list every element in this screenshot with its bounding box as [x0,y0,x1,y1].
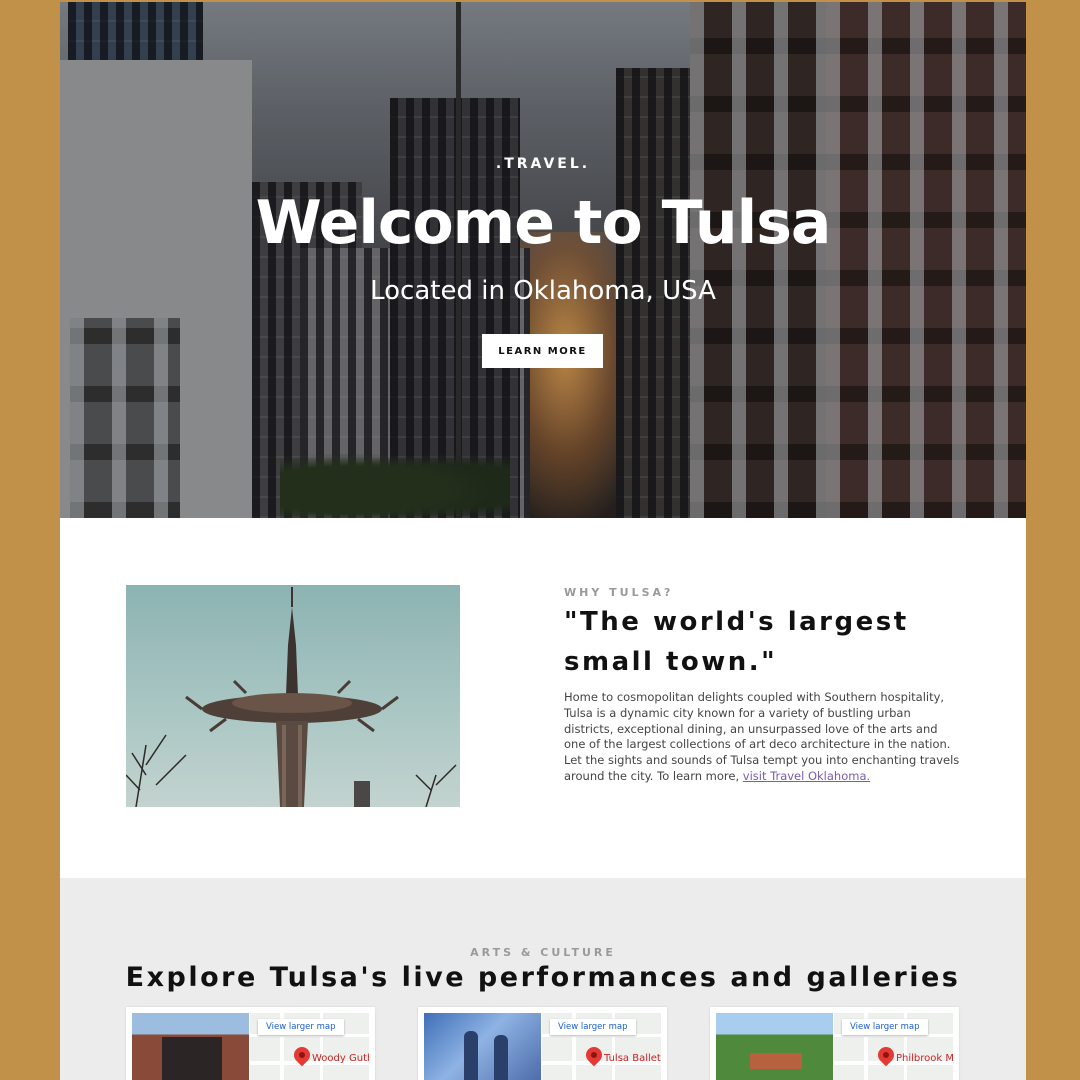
dancer-silhouette [464,1031,478,1080]
hero-title: Welcome to Tulsa [255,188,832,258]
page-frame: .TRAVEL. Welcome to Tulsa Located in Okl… [60,2,1026,1080]
hero-eyebrow: .TRAVEL. [495,156,591,172]
view-larger-map-link[interactable]: View larger map [842,1019,928,1035]
spire-illustration [126,587,457,807]
map-embed[interactable]: View larger map Tulsa Ballet [542,1013,661,1080]
map-pin-label: Woody Guth [312,1053,369,1064]
map-embed[interactable]: View larger map Woody Guth [250,1013,369,1080]
venue-card: View larger map Tulsa Ballet [418,1007,667,1080]
map-embed[interactable]: View larger map Philbrook M [834,1013,953,1080]
why-body: Home to cosmopolitan delights coupled wi… [564,690,960,785]
ballet-photo [424,1013,541,1080]
why-tulsa-section: WHY TULSA? "The world's largest small to… [60,518,1026,878]
venue-card: View larger map Woody Guth [126,1007,375,1080]
why-title: "The world's largest small town." [564,607,909,677]
hero-subtitle: Located in Oklahoma, USA [370,276,716,306]
mural-photo [132,1013,249,1080]
view-larger-map-link[interactable]: View larger map [258,1019,344,1035]
museum-building [750,1053,802,1069]
map-pin-label: Philbrook M [896,1053,953,1064]
arts-title: Explore Tulsa's live performances and ga… [125,962,961,993]
learn-more-button[interactable]: LEARN MORE [482,334,603,368]
hero-section: .TRAVEL. Welcome to Tulsa Located in Okl… [60,2,1026,518]
travel-oklahoma-link[interactable]: visit Travel Oklahoma. [743,769,870,783]
philbrook-photo [716,1013,833,1080]
arts-culture-section: ARTS & CULTURE Explore Tulsa's live perf… [60,878,1026,1080]
golden-driller-spire-image [126,585,460,807]
view-larger-map-link[interactable]: View larger map [550,1019,636,1035]
map-pin-icon[interactable] [582,1043,606,1067]
arts-eyebrow: ARTS & CULTURE [470,946,616,959]
why-eyebrow: WHY TULSA? [564,586,674,599]
map-pin-icon[interactable] [874,1043,898,1067]
dancer-silhouette [494,1035,508,1080]
venue-card: View larger map Philbrook M [710,1007,959,1080]
map-pin-label: Tulsa Ballet [604,1053,661,1064]
hero-overlay [60,2,1026,518]
mural-panel [162,1037,222,1080]
map-pin-icon[interactable] [290,1043,314,1067]
